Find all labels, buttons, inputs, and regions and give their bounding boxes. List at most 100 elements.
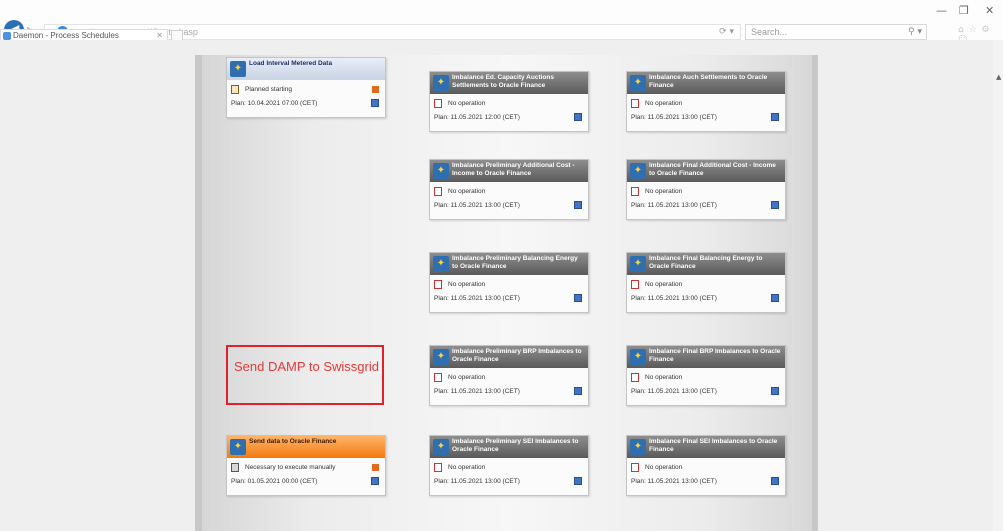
- job-card-header[interactable]: ✦ Imbalance Final SEI Imbalances to Oracl…: [627, 436, 785, 458]
- job-card[interactable]: ✦ Imbalance Ed. Capacity Auctions Settlem…: [429, 71, 589, 132]
- job-title[interactable]: Imbalance Final SEI Imbalances to Oracle…: [649, 438, 782, 456]
- job-card-header[interactable]: ✦ Imbalance Final BRP Imbalances to Oracl…: [627, 346, 785, 368]
- job-card-header[interactable]: ✦ Imbalance Preliminary Additional Cost -…: [430, 160, 588, 182]
- job-plan-time: Plan: 11.05.2021 12:00 (CET): [434, 114, 520, 121]
- job-title[interactable]: Imbalance Preliminary Additional Cost - …: [452, 162, 585, 180]
- job-title[interactable]: Imbalance Ed. Capacity Auctions Settleme…: [452, 74, 585, 92]
- document-icon: [631, 463, 639, 472]
- info-icon[interactable]: [771, 113, 779, 121]
- job-logo-icon: ✦: [630, 256, 646, 272]
- page-scrollbar[interactable]: [993, 40, 1003, 531]
- job-plan-time: Plan: 11.05.2021 13:00 (CET): [631, 114, 717, 121]
- job-plan-time: Plan: 11.05.2021 13:00 (CET): [631, 202, 717, 209]
- close-icon[interactable]: ✕: [985, 4, 994, 17]
- job-plan-time: Plan: 11.05.2021 13:00 (CET): [434, 388, 520, 395]
- job-status: No operation: [448, 281, 486, 288]
- job-card-header[interactable]: ✦ Imbalance Auch Settlements to Oracle Fi…: [627, 72, 785, 94]
- job-logo-icon: ✦: [630, 439, 646, 455]
- job-logo-icon: ✦: [630, 163, 646, 179]
- person-icon: [231, 463, 239, 472]
- job-logo-icon: ✦: [433, 439, 449, 455]
- job-title[interactable]: Load Interval Metered Data: [249, 60, 382, 78]
- job-title[interactable]: Send data to Oracle Finance: [249, 438, 382, 456]
- job-logo-icon: ✦: [630, 349, 646, 365]
- job-title[interactable]: Imbalance Final Additional Cost - Income…: [649, 162, 782, 180]
- info-icon[interactable]: [574, 477, 582, 485]
- browser-chrome: ◀ ▶ http://srv.intra-vat.al/Control.asp …: [0, 0, 1003, 45]
- warning-flag-icon[interactable]: [372, 464, 379, 471]
- job-card[interactable]: ✦ Imbalance Final SEI Imbalances to Oracl…: [626, 435, 786, 496]
- job-plan-time: Plan: 11.05.2021 13:00 (CET): [631, 295, 717, 302]
- job-plan-time: Plan: 11.05.2021 13:00 (CET): [434, 202, 520, 209]
- job-plan-time: Plan: 10.04.2021 07:00 (CET): [231, 100, 318, 107]
- job-plan-time: Plan: 01.05.2021 00:00 (CET): [231, 478, 318, 485]
- job-title[interactable]: Imbalance Auch Settlements to Oracle Fin…: [649, 74, 782, 92]
- job-card[interactable]: ✦ Imbalance Preliminary BRP Imbalances to…: [429, 345, 589, 406]
- document-icon: [631, 280, 639, 289]
- document-icon: [434, 187, 442, 196]
- scroll-up-icon[interactable]: ▲: [996, 73, 1001, 81]
- job-title[interactable]: Imbalance Preliminary SEI Imbalances to …: [452, 438, 585, 456]
- info-icon[interactable]: [574, 113, 582, 121]
- info-icon[interactable]: [771, 201, 779, 209]
- job-status: No operation: [448, 100, 486, 107]
- annotation-box: Send DAMP to Swissgrid: [226, 345, 384, 405]
- clock-icon: [231, 85, 239, 94]
- document-icon: [631, 187, 639, 196]
- info-icon[interactable]: [371, 477, 379, 485]
- job-status: Planned starting: [245, 86, 292, 93]
- document-icon: [434, 280, 442, 289]
- job-card[interactable]: ✦ Imbalance Final Balancing Energy to Ora…: [626, 252, 786, 313]
- job-logo-icon: ✦: [230, 61, 246, 77]
- job-status: No operation: [448, 188, 486, 195]
- job-logo-icon: ✦: [433, 163, 449, 179]
- info-icon[interactable]: [574, 201, 582, 209]
- job-logo-icon: ✦: [630, 75, 646, 91]
- job-card[interactable]: ✦ Imbalance Auch Settlements to Oracle Fi…: [626, 71, 786, 132]
- job-card-header[interactable]: ✦ Send data to Oracle Finance: [227, 436, 385, 458]
- job-logo-icon: ✦: [433, 256, 449, 272]
- job-card-header[interactable]: ✦ Imbalance Ed. Capacity Auctions Settlem…: [430, 72, 588, 94]
- job-status: No operation: [448, 464, 486, 471]
- document-icon: [631, 99, 639, 108]
- job-title[interactable]: Imbalance Preliminary BRP Imbalances to …: [452, 348, 585, 366]
- job-status: No operation: [448, 374, 486, 381]
- job-card[interactable]: ✦ Load Interval Metered Data Planned start…: [226, 57, 386, 118]
- job-card[interactable]: ✦ Imbalance Final Additional Cost - Incom…: [626, 159, 786, 220]
- job-status: No operation: [645, 100, 683, 107]
- job-card-header[interactable]: ✦ Imbalance Final Balancing Energy to Ora…: [627, 253, 785, 275]
- minimize-icon[interactable]: —: [936, 4, 947, 17]
- document-icon: [631, 373, 639, 382]
- job-title[interactable]: Imbalance Final Balancing Energy to Orac…: [649, 255, 782, 273]
- job-title[interactable]: Imbalance Preliminary Balancing Energy t…: [452, 255, 585, 273]
- document-icon: [434, 373, 442, 382]
- info-icon[interactable]: [371, 99, 379, 107]
- job-status: No operation: [645, 281, 683, 288]
- job-card[interactable]: ✦ Imbalance Preliminary Additional Cost -…: [429, 159, 589, 220]
- job-title[interactable]: Imbalance Final BRP Imbalances to Oracle…: [649, 348, 782, 366]
- job-card-header[interactable]: ✦ Imbalance Preliminary Balancing Energy …: [430, 253, 588, 275]
- job-status: No operation: [645, 374, 683, 381]
- job-plan-time: Plan: 11.05.2021 13:00 (CET): [631, 388, 717, 395]
- maximize-icon[interactable]: ❐: [959, 4, 969, 17]
- job-card[interactable]: ✦ Imbalance Preliminary Balancing Energy …: [429, 252, 589, 313]
- job-card-header[interactable]: ✦ Load Interval Metered Data: [227, 58, 385, 80]
- tab-row: Daemon - Process Schedules ✕: [0, 28, 1003, 41]
- job-plan-time: Plan: 11.05.2021 13:00 (CET): [631, 478, 717, 485]
- info-icon[interactable]: [574, 294, 582, 302]
- job-logo-icon: ✦: [433, 349, 449, 365]
- job-card[interactable]: ✦ Send data to Oracle Finance Necessary to…: [226, 435, 386, 496]
- info-icon[interactable]: [771, 477, 779, 485]
- job-card[interactable]: ✦ Imbalance Final BRP Imbalances to Oracl…: [626, 345, 786, 406]
- info-icon[interactable]: [771, 387, 779, 395]
- job-plan-time: Plan: 11.05.2021 13:00 (CET): [434, 295, 520, 302]
- info-icon[interactable]: [771, 294, 779, 302]
- document-icon: [434, 99, 442, 108]
- job-card-header[interactable]: ✦ Imbalance Preliminary BRP Imbalances to…: [430, 346, 588, 368]
- job-card[interactable]: ✦ Imbalance Preliminary SEI Imbalances to…: [429, 435, 589, 496]
- job-card-header[interactable]: ✦ Imbalance Preliminary SEI Imbalances to…: [430, 436, 588, 458]
- warning-flag-icon[interactable]: [372, 86, 379, 93]
- info-icon[interactable]: [574, 387, 582, 395]
- job-card-header[interactable]: ✦ Imbalance Final Additional Cost - Incom…: [627, 160, 785, 182]
- tab-favicon-icon: [3, 32, 11, 40]
